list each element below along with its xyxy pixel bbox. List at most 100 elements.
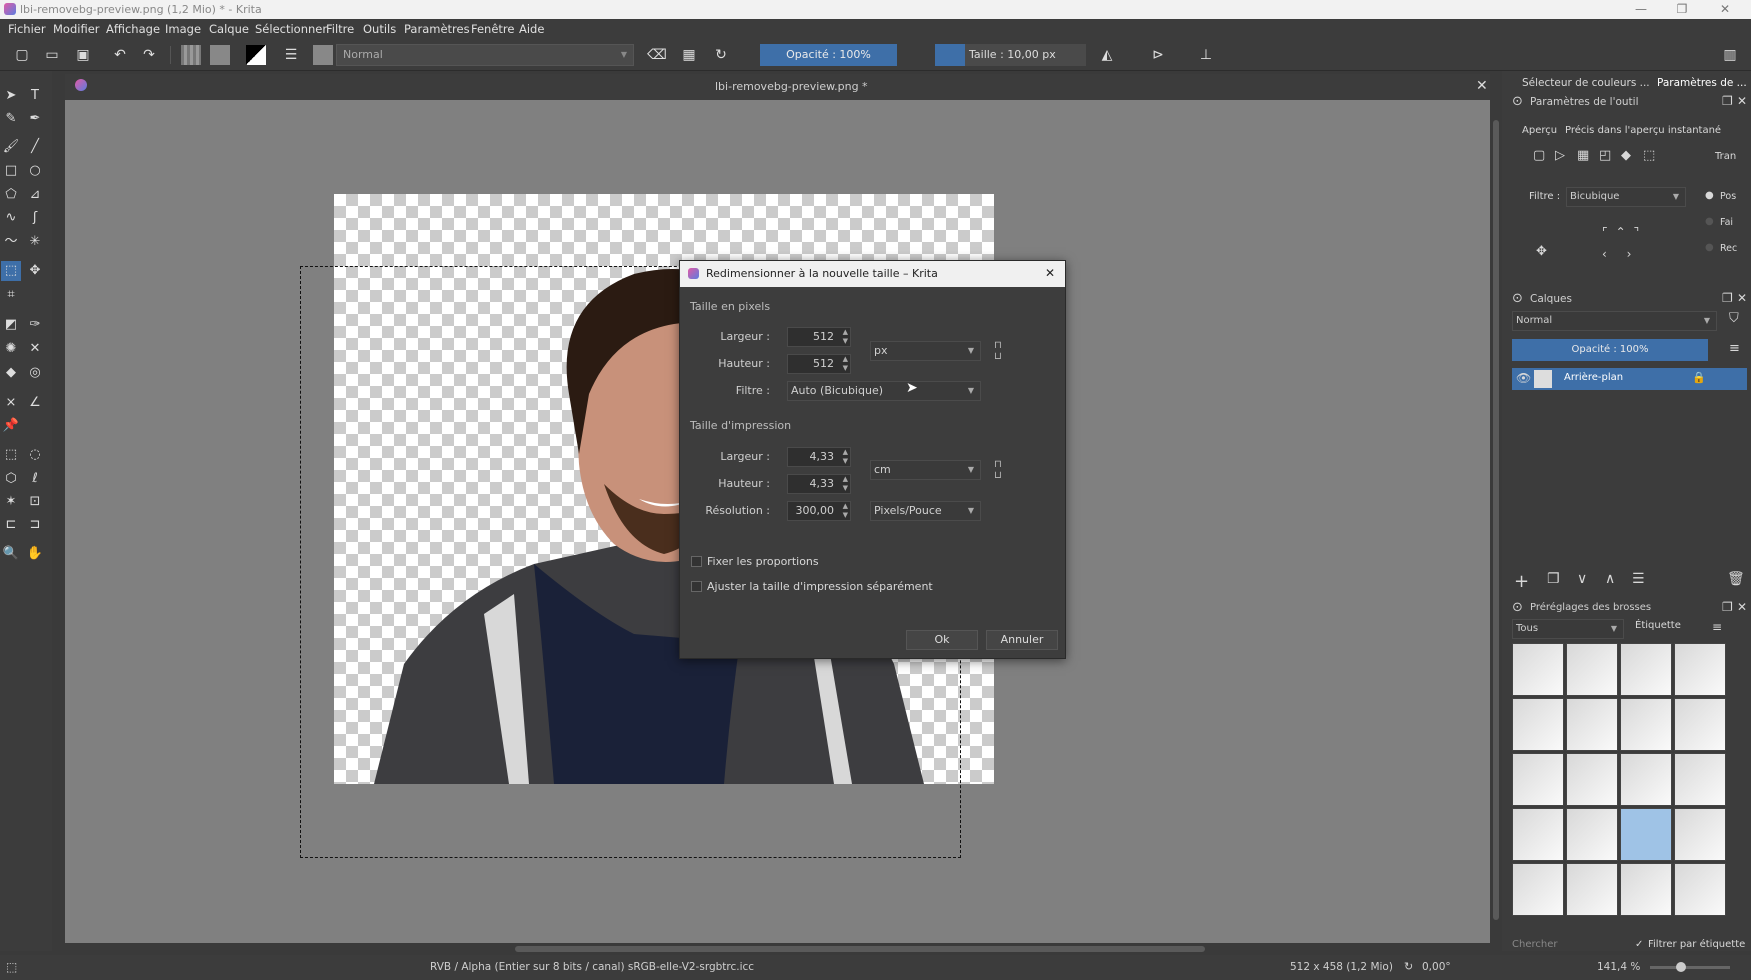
rect-select-icon[interactable]: ⬚ — [1, 445, 21, 465]
select-shapes-icon[interactable]: ➤ — [1, 86, 21, 106]
preview-value[interactable]: Précis dans l'aperçu instantané — [1565, 125, 1721, 136]
maximize-button[interactable]: ❐ — [1664, 0, 1700, 19]
pixel-height-input[interactable]: 512 ▲ ▼ — [787, 354, 851, 374]
multibrush-icon[interactable]: ✳ — [25, 232, 45, 252]
filter-by-tag-label[interactable]: Filtrer par étiquette — [1648, 939, 1745, 950]
line-tool-icon[interactable]: ╱ — [25, 137, 45, 157]
redo-icon[interactable]: ↷ — [139, 45, 159, 65]
warp-icon[interactable]: ▦ — [1577, 148, 1589, 163]
brush-filter-select[interactable]: Tous ▼ — [1512, 619, 1624, 639]
pixel-unit-select[interactable]: px ▼ — [870, 341, 981, 361]
tab-tool-options[interactable]: Paramètres de ... — [1657, 77, 1747, 89]
menu-calque[interactable]: Calque — [209, 22, 249, 36]
magnetic-select-icon[interactable]: ⊐ — [25, 515, 45, 535]
open-document-icon[interactable]: ▭ — [42, 45, 62, 65]
brush-preset-tile[interactable] — [1620, 863, 1672, 916]
filter-select[interactable]: Auto (Bicubique) ▼ — [787, 381, 981, 401]
size-slider[interactable]: Taille : 10,00 px — [935, 44, 1086, 66]
brush-preset-tile[interactable] — [1512, 753, 1564, 806]
bezier-tool-icon[interactable]: ∿ — [1, 208, 21, 228]
adjust-print-label[interactable]: Ajuster la taille d'impression séparémen… — [707, 580, 933, 593]
contiguous-select-icon[interactable]: ✶ — [1, 492, 21, 512]
menu-aide[interactable]: Aide — [519, 22, 544, 36]
pixel-width-input[interactable]: 512 ▲ ▼ — [787, 327, 851, 347]
zoom-tool-icon[interactable]: 🔍 — [1, 544, 21, 564]
move-tool-icon[interactable]: ✥ — [25, 261, 45, 281]
menu-filtre[interactable]: Filtre — [326, 22, 354, 36]
radio-pos-icon[interactable]: ● — [1705, 190, 1714, 201]
spin-arrows-icon[interactable]: ▲ ▼ — [843, 328, 848, 346]
filter-layers-icon[interactable]: ⛉ — [1729, 311, 1739, 326]
workspace-icon[interactable]: ▥ — [1720, 45, 1740, 65]
spin-arrows-icon[interactable]: ▲ ▼ — [843, 475, 848, 493]
print-width-input[interactable]: 4,33 ▲ ▼ — [787, 447, 851, 467]
cage-icon[interactable]: ◰ — [1599, 148, 1611, 163]
zoom-slider-handle[interactable] — [1676, 962, 1686, 972]
spin-arrows-icon[interactable]: ▲ ▼ — [843, 502, 848, 520]
tab-color-selector[interactable]: Sélecteur de couleurs ... — [1522, 77, 1650, 89]
layers-opacity-slider[interactable]: Opacité : 100% — [1512, 339, 1708, 361]
layer-name[interactable]: Arrière-plan — [1564, 372, 1623, 383]
mesh-icon[interactable]: ⬚ — [1643, 148, 1655, 163]
layers-menu-icon[interactable]: ≡ — [1729, 341, 1740, 356]
blend-mode-select[interactable]: Normal ▼ — [336, 44, 634, 66]
adjust-print-checkbox[interactable] — [691, 581, 702, 592]
gradient-preset-icon[interactable] — [181, 45, 201, 65]
print-height-input[interactable]: 4,33 ▲ ▼ — [787, 474, 851, 494]
close-panel-icon[interactable]: ✕ — [1737, 600, 1747, 614]
layer-properties-icon[interactable]: ☰ — [1632, 571, 1645, 587]
dialog-close-button[interactable]: ✕ — [1045, 266, 1055, 280]
document-tab-title[interactable]: lbi-removebg-preview.png * — [715, 80, 868, 93]
close-document-icon[interactable]: ✕ — [1476, 78, 1488, 94]
brush-preset-icon[interactable] — [313, 45, 333, 65]
print-unit-select[interactable]: cm ▼ — [870, 460, 981, 480]
cancel-button[interactable]: Annuler — [986, 630, 1058, 650]
enclose-fill-icon[interactable]: ◎ — [25, 363, 45, 383]
rectangle-tool-icon[interactable]: □ — [1, 161, 21, 181]
brush-preset-tile-selected[interactable] — [1620, 808, 1672, 861]
radio-pos-label[interactable]: Pos — [1720, 191, 1736, 202]
delete-layer-icon[interactable]: 🗑 — [1727, 571, 1745, 587]
panel-lock-icon[interactable]: ⊙ — [1512, 94, 1523, 109]
menu-image[interactable]: Image — [165, 22, 201, 36]
eraser-mode-icon[interactable]: ⌫ — [647, 45, 667, 65]
brush-preset-tile[interactable] — [1674, 863, 1726, 916]
calligraphy-icon[interactable]: ✒ — [25, 109, 45, 129]
smart-patch-icon[interactable]: ✺ — [1, 339, 21, 359]
ok-button[interactable]: Ok — [906, 630, 978, 650]
transform-tool-icon[interactable]: ⬚ — [1, 261, 21, 281]
scroll-thumb[interactable] — [515, 946, 1205, 952]
brush-preset-tile[interactable] — [1566, 753, 1618, 806]
fg-bg-color-icon[interactable] — [246, 45, 266, 65]
move-layer-up-icon[interactable]: ∧ — [1605, 571, 1615, 587]
freehand-select-icon[interactable]: ℓ — [25, 469, 45, 489]
text-tool-icon[interactable]: T — [25, 86, 45, 106]
brush-preset-tile[interactable] — [1512, 863, 1564, 916]
anchor-grid-icon[interactable]: ⌜⌃⌝ ‹ › — [1602, 221, 1647, 265]
brush-preset-tile[interactable] — [1620, 698, 1672, 751]
float-panel-icon[interactable]: ❐ — [1722, 291, 1733, 305]
brush-search-input[interactable]: Chercher — [1512, 939, 1557, 950]
polygon-tool-icon[interactable]: ⬠ — [1, 185, 21, 205]
save-document-icon[interactable]: ▣ — [73, 45, 93, 65]
ellipse-tool-icon[interactable]: ○ — [25, 161, 45, 181]
selection-mode-icon[interactable]: ⬚ — [6, 960, 17, 974]
brush-preset-tile[interactable] — [1512, 698, 1564, 751]
brush-preset-tile[interactable] — [1620, 753, 1672, 806]
move-layer-down-icon[interactable]: ∨ — [1577, 571, 1587, 587]
polyline-tool-icon[interactable]: ⊿ — [25, 185, 45, 205]
pan-tool-icon[interactable]: ✋ — [25, 544, 45, 564]
spin-arrows-icon[interactable]: ▲ ▼ — [843, 355, 848, 373]
close-panel-icon[interactable]: ✕ — [1737, 94, 1747, 108]
menu-fichier[interactable]: Fichier — [8, 22, 46, 36]
edit-shapes-icon[interactable]: ✎ — [1, 109, 21, 129]
brush-preset-tile[interactable] — [1566, 808, 1618, 861]
reload-preset-icon[interactable]: ↻ — [711, 45, 731, 65]
bezier-select-icon[interactable]: ⊏ — [1, 515, 21, 535]
float-panel-icon[interactable]: ❐ — [1722, 600, 1733, 614]
minimize-button[interactable]: — — [1623, 0, 1659, 19]
keep-ratio-label[interactable]: Fixer les proportions — [707, 555, 819, 568]
add-layer-icon[interactable]: + — [1514, 571, 1529, 592]
rotate-icon[interactable]: ↻ — [1404, 960, 1413, 973]
reference-tool-icon[interactable]: 📌 — [1, 416, 21, 436]
